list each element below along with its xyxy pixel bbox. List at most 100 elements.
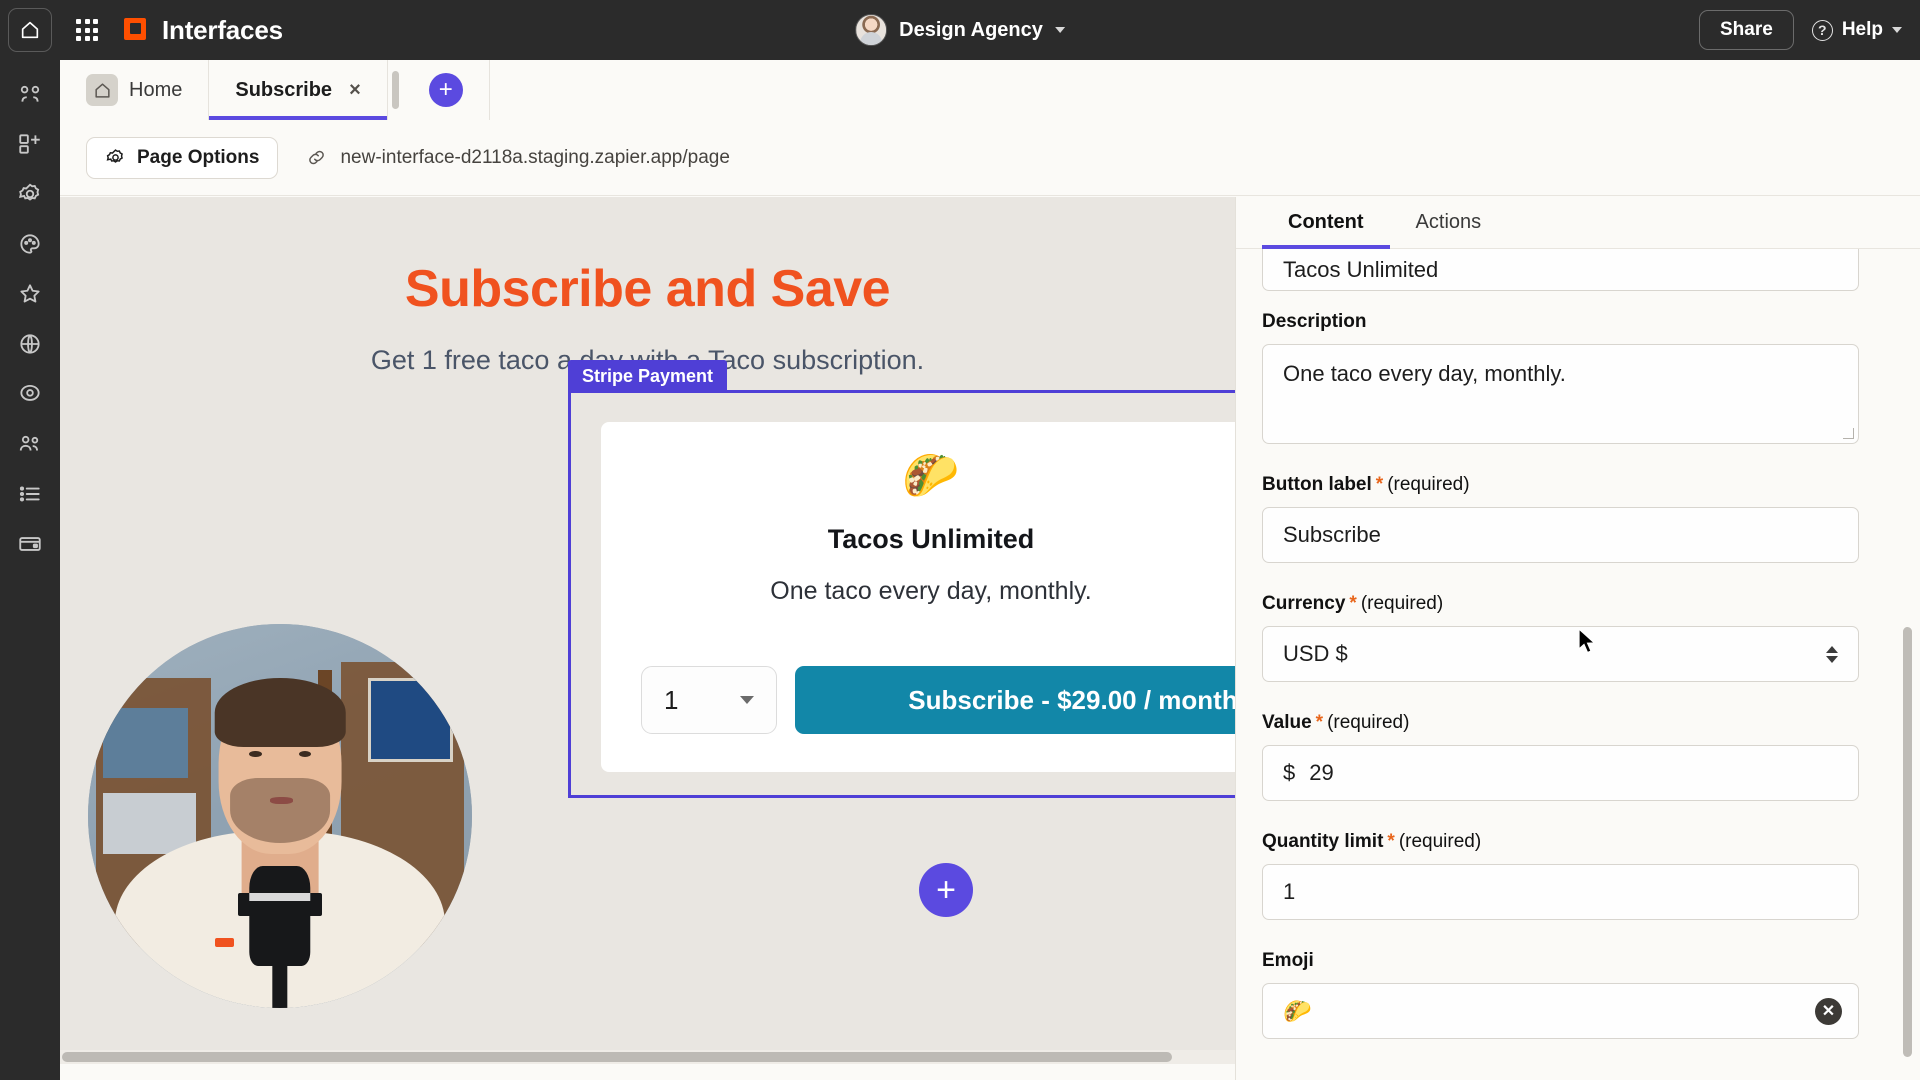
taco-emoji-icon: 🌮 bbox=[902, 449, 960, 501]
panel-scroll-thumb[interactable] bbox=[1903, 627, 1912, 1057]
page-options-button[interactable]: Page Options bbox=[86, 136, 279, 179]
value-amount: 29 bbox=[1309, 760, 1334, 785]
microphone-icon bbox=[249, 865, 311, 966]
currency-field: Currency * (required) USD $ bbox=[1262, 593, 1894, 682]
panel-form: Tacos Unlimited Description One taco eve… bbox=[1236, 249, 1920, 1080]
quantity-value: 1 bbox=[664, 684, 679, 715]
description-textarea[interactable]: One taco every day, monthly. bbox=[1262, 344, 1859, 444]
sidebar-item-tracking[interactable] bbox=[10, 374, 50, 414]
gear-icon bbox=[18, 183, 40, 201]
presenter-video-avatar[interactable] bbox=[88, 624, 472, 1008]
subscribe-pay-button[interactable]: Subscribe - $29.00 / month bbox=[795, 666, 1235, 734]
currency-label: Currency * (required) bbox=[1262, 593, 1444, 614]
tab-strip: Home Subscribe × + bbox=[60, 60, 1920, 120]
currency-symbol: $ bbox=[1283, 760, 1296, 785]
tab-drag-handle[interactable] bbox=[391, 71, 399, 109]
value-label: Value * (required) bbox=[1262, 712, 1410, 733]
required-star: * bbox=[1375, 474, 1384, 495]
sidebar-item-payments[interactable] bbox=[10, 524, 50, 564]
tab-home-label: Home bbox=[129, 78, 183, 101]
close-icon[interactable]: × bbox=[349, 79, 361, 102]
emoji-label: Emoji bbox=[1262, 950, 1314, 971]
star-icon bbox=[20, 284, 40, 303]
link-icon bbox=[309, 150, 325, 165]
canvas-scroll-thumb[interactable] bbox=[62, 1052, 1172, 1062]
title-field-input[interactable]: Tacos Unlimited bbox=[1262, 249, 1859, 291]
sidebar-item-settings[interactable] bbox=[10, 174, 50, 214]
users-icon bbox=[19, 435, 39, 451]
microphone-stand bbox=[272, 961, 288, 1008]
button-label-label: Button label * (required) bbox=[1262, 474, 1470, 495]
home-icon bbox=[86, 74, 118, 106]
page-url[interactable]: new-interface-d2118a.staging.zapier.app/… bbox=[306, 146, 730, 169]
panel-scrollbar[interactable] bbox=[1903, 301, 1912, 1080]
workspace-switcher[interactable]: Design Agency bbox=[855, 14, 1065, 46]
taco-emoji-icon: 🌮 bbox=[1283, 997, 1312, 1024]
sidebar-item-lists[interactable] bbox=[10, 474, 50, 514]
canvas-horizontal-scrollbar[interactable] bbox=[60, 1050, 1235, 1064]
presenter-eye-left bbox=[249, 750, 262, 757]
workspace-name: Design Agency bbox=[899, 18, 1043, 41]
shirt-logo bbox=[214, 938, 234, 947]
tab-content[interactable]: Content bbox=[1262, 197, 1390, 249]
emoji-input[interactable]: 🌮 ✕ bbox=[1262, 983, 1859, 1039]
tab-subscribe[interactable]: Subscribe × bbox=[209, 60, 388, 120]
sidebar-item-domain[interactable] bbox=[10, 324, 50, 364]
add-tab-button[interactable]: + bbox=[428, 73, 463, 107]
sidebar-item-connections[interactable] bbox=[10, 74, 50, 114]
home-icon bbox=[21, 21, 39, 39]
card-icon bbox=[19, 537, 41, 551]
presenter-mouth bbox=[270, 796, 294, 804]
workspace-avatar bbox=[855, 14, 888, 46]
sidebar-item-add-component[interactable] bbox=[10, 124, 50, 164]
zapier-interfaces-logo-icon bbox=[124, 18, 148, 42]
description-field: Description One taco every day, monthly. bbox=[1262, 311, 1894, 444]
payment-card: 🌮 Tacos Unlimited One taco every day, mo… bbox=[601, 422, 1235, 772]
tab-home[interactable]: Home bbox=[60, 60, 210, 120]
presenter-hair bbox=[214, 677, 346, 747]
required-note: (required) bbox=[1360, 593, 1444, 614]
apps-grid-icon[interactable] bbox=[76, 19, 98, 41]
help-label: Help bbox=[1841, 19, 1883, 40]
help-menu[interactable]: ? Help bbox=[1811, 19, 1902, 41]
sidebar-item-favorites[interactable] bbox=[10, 274, 50, 314]
quantity-limit-input[interactable]: 1 bbox=[1262, 864, 1859, 920]
tab-subscribe-label: Subscribe bbox=[235, 78, 333, 101]
add-block-button[interactable]: + bbox=[919, 863, 973, 917]
widget-tag-label: Stripe Payment bbox=[568, 360, 728, 393]
payment-actions: 1 Subscribe - $29.00 / month bbox=[641, 666, 1235, 734]
app-title: Interfaces bbox=[162, 14, 283, 45]
page-options-bar: Page Options new-interface-d2118a.stagin… bbox=[60, 120, 1920, 196]
quantity-select[interactable]: 1 bbox=[641, 666, 777, 734]
button-label-input[interactable]: Subscribe bbox=[1262, 507, 1859, 563]
share-button[interactable]: Share bbox=[1699, 10, 1794, 50]
quantity-limit-label: Quantity limit * (required) bbox=[1262, 831, 1482, 852]
new-tab-area: + bbox=[403, 60, 490, 120]
page-options-label: Page Options bbox=[137, 146, 260, 168]
currency-value: USD $ bbox=[1283, 641, 1348, 666]
currency-select[interactable]: USD $ bbox=[1262, 626, 1859, 682]
clear-emoji-button[interactable]: ✕ bbox=[1815, 997, 1842, 1025]
required-star: * bbox=[1315, 712, 1324, 733]
sidebar-item-theme[interactable] bbox=[10, 224, 50, 264]
page-url-text: new-interface-d2118a.staging.zapier.app/… bbox=[340, 146, 730, 168]
video-wall-frame bbox=[368, 677, 453, 763]
sidebar-item-users[interactable] bbox=[10, 424, 50, 464]
product-description: One taco every day, monthly. bbox=[770, 577, 1092, 605]
topbar-actions: Share ? Help bbox=[1699, 10, 1902, 50]
required-note: (required) bbox=[1327, 712, 1410, 733]
globe-icon bbox=[20, 334, 40, 354]
required-star: * bbox=[1349, 593, 1357, 614]
home-button[interactable] bbox=[8, 8, 52, 52]
required-star: * bbox=[1387, 831, 1395, 852]
tab-actions[interactable]: Actions bbox=[1390, 197, 1508, 248]
video-shelf-item-1 bbox=[103, 708, 188, 778]
emoji-field: Emoji 🌮 ✕ bbox=[1262, 950, 1894, 1039]
value-input[interactable]: $ 29 bbox=[1262, 745, 1859, 801]
properties-panel: Content Actions Tacos Unlimited Descript… bbox=[1235, 197, 1920, 1080]
stripe-payment-widget[interactable]: Stripe Payment 🌮 Tacos Unlimited One tac… bbox=[568, 360, 1235, 798]
list-icon bbox=[19, 486, 40, 502]
palette-icon bbox=[20, 234, 40, 254]
description-label: Description bbox=[1262, 311, 1367, 332]
chevron-down-icon bbox=[1892, 27, 1902, 33]
